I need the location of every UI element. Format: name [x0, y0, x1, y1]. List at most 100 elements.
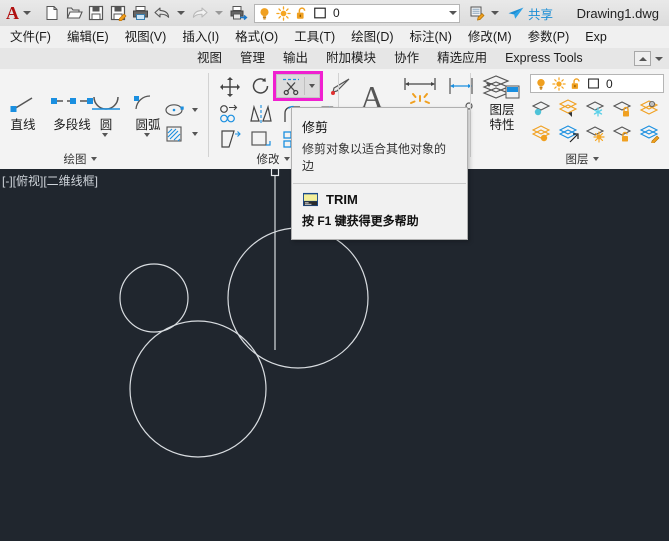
layers-panel-title[interactable]: 图层	[502, 151, 662, 167]
hatch-tool[interactable]	[164, 125, 184, 143]
hatch-dropdown-icon[interactable]	[192, 132, 198, 136]
chevron-down-icon[interactable]	[655, 56, 663, 61]
ellipse-tool[interactable]	[164, 101, 184, 119]
open-folder-icon	[66, 7, 83, 19]
move-icon	[220, 77, 240, 97]
tooltip-command-row: TRIM	[292, 184, 467, 210]
menu-item-edit[interactable]: 编辑(E)	[59, 26, 117, 48]
layer-change-tool[interactable]	[638, 122, 662, 144]
line-endpoint-grip[interactable]	[270, 169, 280, 177]
layer-unisolate-tool[interactable]	[557, 122, 581, 144]
panel-divider	[470, 73, 471, 157]
menu-item-insert[interactable]: 插入(I)	[174, 26, 227, 48]
quick-layer-combobox[interactable]: 0	[254, 3, 460, 23]
document-title: Drawing1.dwg	[576, 5, 659, 21]
layer-merge-icon	[639, 100, 659, 115]
undo-arrow-icon	[154, 7, 170, 18]
line-tool[interactable]: 直线	[6, 93, 40, 133]
open-file-button[interactable]	[63, 2, 85, 24]
layer-freeze-tool[interactable]	[584, 97, 608, 119]
lightbulb-on-icon[interactable]	[534, 77, 548, 91]
ribbon-tab-addins[interactable]: 附加模块	[317, 48, 385, 69]
arc-tool-label: 圆弧	[135, 118, 161, 132]
redo-button[interactable]	[189, 2, 223, 24]
arc-tool-dropdown-icon[interactable]	[144, 133, 150, 137]
menu-item-file[interactable]: 文件(F)	[0, 26, 59, 48]
sun-icon[interactable]	[552, 76, 566, 91]
sun-icon[interactable]	[276, 5, 291, 21]
circle-tool[interactable]: 圆	[88, 93, 124, 133]
undo-button[interactable]	[151, 2, 185, 24]
layer-merge-tool[interactable]	[638, 97, 662, 119]
new-file-button[interactable]	[41, 2, 63, 24]
chevron-down-icon[interactable]	[449, 11, 457, 15]
rotate-tool[interactable]	[248, 74, 274, 100]
save-disk-icon	[88, 5, 104, 21]
application-menu-button[interactable]: A	[0, 4, 31, 22]
menu-item-format[interactable]: 格式(O)	[227, 26, 286, 48]
trim-command-icon	[303, 192, 318, 207]
layer-unlock-icon	[612, 126, 632, 142]
plot-preview-icon	[230, 6, 248, 21]
save-as-button[interactable]	[107, 2, 129, 24]
draw-panel-title[interactable]: 绘图	[0, 151, 160, 167]
scale-tool[interactable]	[248, 127, 274, 151]
stretch-icon	[221, 130, 241, 148]
trim-tooltip: 修剪 修剪对象以适合其他对象的边 TRIM 按 F1 键获得更多帮助	[291, 107, 468, 240]
menu-item-modify[interactable]: 修改(M)	[460, 26, 520, 48]
chevron-down-icon	[592, 157, 599, 161]
arc-tool[interactable]: 圆弧	[128, 93, 168, 133]
move-tool[interactable]	[217, 74, 243, 100]
trim-tool-highlight	[273, 71, 323, 101]
menu-item-view[interactable]: 视图(V)	[117, 26, 175, 48]
layer-isolate-tool[interactable]	[557, 97, 581, 119]
unlocked-padlock-icon[interactable]	[570, 77, 583, 91]
menu-item-express[interactable]: Exp	[577, 26, 615, 48]
layer-combobox[interactable]: 0	[530, 74, 664, 93]
bottom-circle-entity[interactable]	[129, 320, 267, 458]
ribbon-tab-output[interactable]: 输出	[274, 48, 317, 69]
menu-item-parametric[interactable]: 参数(P)	[520, 26, 578, 48]
circle-tool-dropdown-icon[interactable]	[102, 133, 108, 137]
chevron-down-icon[interactable]	[491, 11, 499, 15]
layer-on-tool[interactable]	[530, 122, 554, 144]
layer-properties-button[interactable]	[466, 2, 488, 24]
small-circle-entity[interactable]	[119, 263, 189, 333]
menu-item-dimension[interactable]: 标注(N)	[402, 26, 460, 48]
ribbon-tab-view[interactable]: 视图	[188, 48, 231, 69]
unlocked-padlock-icon[interactable]	[295, 6, 309, 21]
menu-item-draw[interactable]: 绘图(D)	[343, 26, 401, 48]
layer-freeze-icon	[585, 101, 605, 117]
quick-layer-name: 0	[333, 6, 340, 20]
layer-unlock-tool[interactable]	[611, 122, 635, 144]
rotate-icon	[252, 77, 269, 94]
layer-lock-tool[interactable]	[611, 97, 635, 119]
layer-properties-label-2: 特性	[489, 118, 515, 132]
plot-preview-button[interactable]	[228, 2, 250, 24]
mirror-tool[interactable]	[248, 102, 274, 126]
ribbon-tab-manage[interactable]: 管理	[231, 48, 274, 69]
new-file-icon	[46, 6, 58, 20]
layer-off-tool[interactable]	[530, 97, 554, 119]
share-button[interactable]: 共享	[507, 4, 553, 23]
draw-panel-title-label: 绘图	[63, 154, 87, 166]
chevron-down-icon	[283, 157, 290, 161]
layer-change-icon	[639, 125, 660, 143]
color-white-swatch-icon[interactable]	[313, 6, 327, 20]
layer-thaw-tool[interactable]	[584, 122, 608, 144]
minimize-ribbon-button[interactable]	[634, 51, 663, 66]
ribbon-tab-collaborate[interactable]: 协作	[385, 48, 428, 69]
ellipse-dropdown-icon[interactable]	[192, 108, 198, 112]
layer-properties-tool[interactable]: 图层 特性	[478, 73, 526, 133]
copy-tool[interactable]	[217, 102, 243, 126]
circle-tool-label: 圆	[99, 118, 113, 132]
ribbon-tab-featured-apps[interactable]: 精选应用	[428, 48, 496, 69]
save-button[interactable]	[85, 2, 107, 24]
plot-button[interactable]	[129, 2, 151, 24]
stretch-tool[interactable]	[217, 127, 243, 151]
ribbon-tab-express-tools[interactable]: Express Tools	[496, 48, 592, 69]
color-white-swatch-icon[interactable]	[587, 77, 600, 90]
lightbulb-on-icon[interactable]	[257, 6, 272, 21]
large-circle-entity[interactable]	[227, 227, 369, 369]
menu-item-tools[interactable]: 工具(T)	[286, 26, 343, 48]
